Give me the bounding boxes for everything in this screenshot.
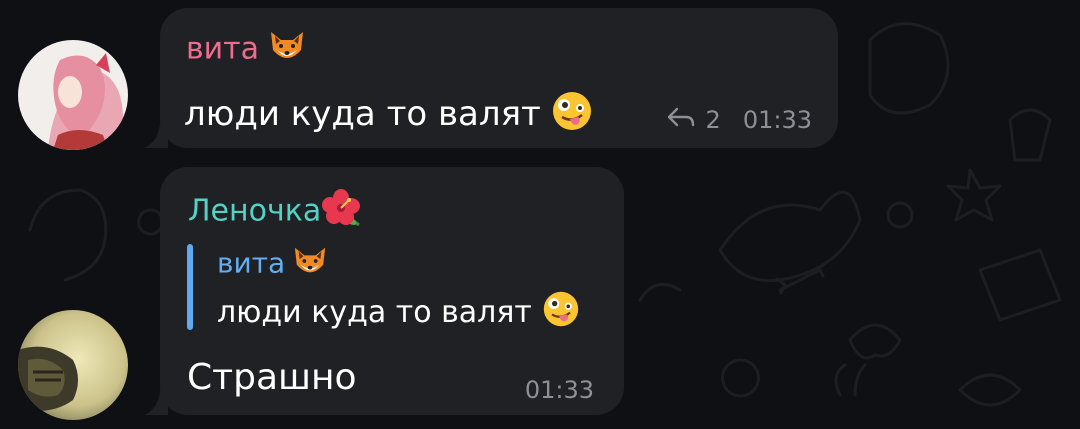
- avatar-image: [18, 40, 128, 150]
- avatar-vita[interactable]: [18, 40, 128, 150]
- message-time: 01:33: [742, 106, 812, 134]
- quote-text: люди куда то валят: [217, 290, 580, 337]
- sender-name[interactable]: вита: [186, 28, 307, 72]
- sender-name-text: Леночка: [188, 193, 322, 229]
- zany-face-icon: [542, 290, 580, 337]
- message-text-content: люди куда то валят: [184, 94, 541, 134]
- fox-face-icon: [291, 244, 329, 285]
- zany-face-icon: [551, 90, 593, 141]
- message-time: 01:33: [524, 376, 594, 404]
- quote-accent-bar: [187, 244, 193, 330]
- sender-name[interactable]: Леночка: [188, 189, 361, 235]
- hibiscus-icon: [321, 189, 361, 235]
- sender-name-text: вита: [186, 31, 260, 67]
- quote-sender: вита: [217, 244, 329, 285]
- message-bubble[interactable]: вита люди куда то валят 2 01:33: [144, 8, 838, 148]
- message-meta: 2 01:33: [666, 106, 812, 134]
- reply-count[interactable]: 2: [706, 106, 721, 134]
- message-text: люди куда то валят: [184, 90, 593, 141]
- avatar-lenochka[interactable]: [18, 310, 128, 420]
- bubble-tail: [144, 391, 168, 415]
- fox-face-icon: [267, 28, 307, 72]
- message-bubble[interactable]: Леночка вита люди куда то валят Страшно …: [144, 167, 624, 415]
- bubble-tail: [144, 124, 168, 148]
- message-text: Страшно: [187, 357, 357, 398]
- avatar-image: [18, 310, 128, 420]
- quote-sender-text: вита: [217, 246, 286, 280]
- reply-quote[interactable]: вита люди куда то валят: [187, 244, 597, 330]
- reply-icon[interactable]: [666, 106, 696, 134]
- quote-text-content: люди куда то валят: [217, 295, 532, 330]
